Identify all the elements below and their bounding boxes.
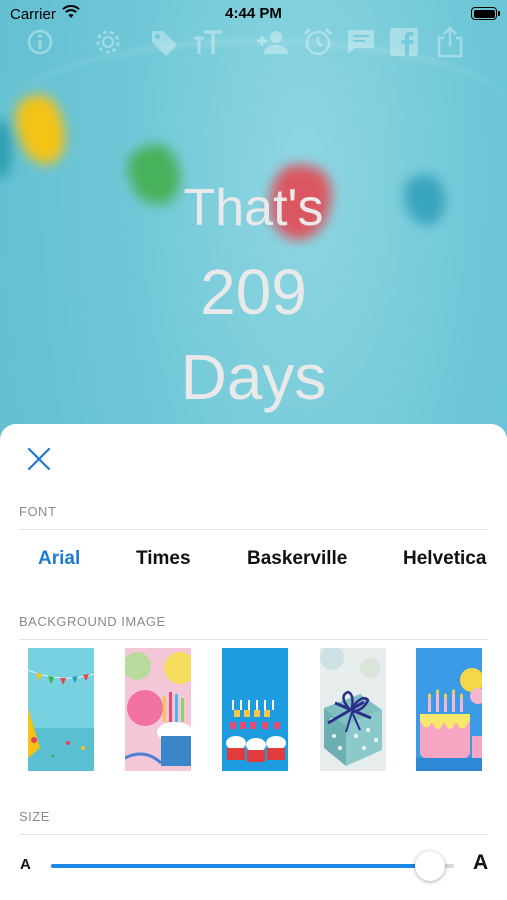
share-icon[interactable] [434, 26, 466, 58]
divider [19, 529, 488, 530]
clock-time: 4:44 PM [225, 5, 282, 22]
thumbnail-birthday-cake[interactable] [416, 648, 482, 771]
background-thumbnails [0, 648, 507, 772]
size-slider-track[interactable] [51, 864, 454, 868]
counter-prefix: That's [183, 179, 324, 237]
settings-sheet: FONT Arial Times Baskerville Helvetica B… [0, 424, 507, 900]
text-size-icon[interactable] [192, 26, 224, 58]
thumbnail-bunting[interactable] [28, 648, 94, 771]
size-slider-thumb[interactable] [414, 851, 445, 881]
size-min-label: A [20, 856, 31, 873]
size-control: A A [0, 849, 507, 881]
thumbnail-balloons-cupcake[interactable] [125, 648, 191, 771]
divider [19, 834, 488, 835]
close-icon[interactable] [26, 446, 52, 472]
counter-number: 209 [200, 256, 307, 328]
size-max-label: A [473, 851, 489, 874]
tag-icon[interactable] [148, 26, 180, 58]
bunting-flag [0, 120, 12, 180]
font-option-arial[interactable]: Arial [38, 548, 80, 570]
font-section-title: FONT [19, 504, 57, 519]
info-icon[interactable] [24, 26, 56, 58]
size-slider-fill [51, 864, 430, 868]
font-option-times[interactable]: Times [136, 548, 191, 570]
alarm-icon[interactable] [302, 26, 334, 58]
divider [19, 639, 488, 640]
thumbnail-happy-birthday-cupcakes[interactable] [222, 648, 288, 771]
message-icon[interactable] [345, 26, 377, 58]
size-section-title: SIZE [19, 809, 50, 824]
add-person-icon[interactable] [256, 26, 288, 58]
background-section-title: BACKGROUND IMAGE [19, 614, 166, 629]
gear-icon[interactable] [92, 26, 124, 58]
thumbnail-gift-box[interactable] [320, 648, 386, 771]
font-option-baskerville[interactable]: Baskerville [247, 548, 347, 570]
counter-unit: Days [180, 341, 327, 413]
font-options: Arial Times Baskerville Helvetica [0, 548, 507, 572]
battery-icon [471, 7, 500, 20]
facebook-icon[interactable] [388, 26, 420, 58]
top-toolbar [0, 24, 507, 60]
font-option-helvetica[interactable]: Helvetica [403, 548, 486, 570]
